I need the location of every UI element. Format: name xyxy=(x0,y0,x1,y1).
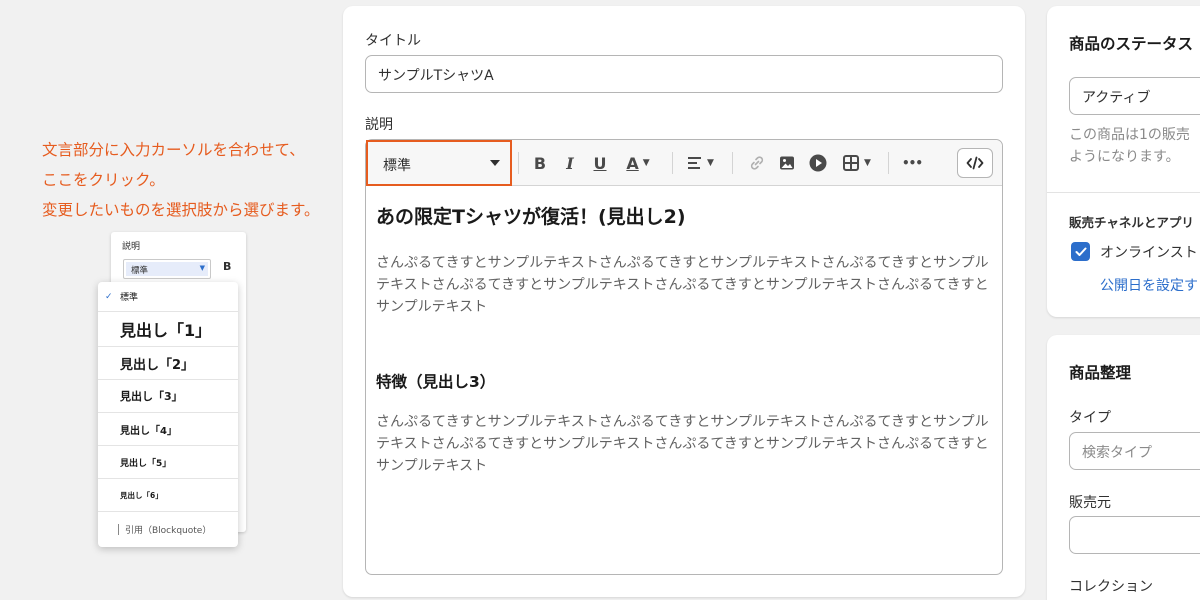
code-icon xyxy=(966,156,984,170)
menu-item-label: 見出し「6」 xyxy=(120,490,163,500)
video-button[interactable] xyxy=(807,152,829,174)
menu-item-normal[interactable]: ✓ 標準 xyxy=(98,282,238,312)
annotation-line-3: 変更したいものを選択肢から選びます。 xyxy=(42,201,320,219)
menu-item-heading4[interactable]: 見出し「4」 xyxy=(98,413,238,446)
menu-item-label: 引用（Blockquote） xyxy=(125,526,212,536)
inset-select-value: 標準 xyxy=(126,262,208,276)
toolbar-divider xyxy=(518,152,519,174)
vendor-input[interactable] xyxy=(1069,516,1200,554)
menu-item-heading1[interactable]: 見出し「1」 xyxy=(98,312,238,347)
chevron-down-icon: ▼ xyxy=(199,264,205,272)
menu-item-label: 見出し「1」 xyxy=(120,321,212,340)
text-color-icon: A xyxy=(626,153,639,173)
italic-icon[interactable]: I xyxy=(559,152,581,174)
chevron-down-icon xyxy=(490,160,500,166)
menu-item-label: 見出し「3」 xyxy=(120,390,183,403)
type-search-input[interactable]: 検索タイプ xyxy=(1069,432,1200,470)
inset-bold-icon: B xyxy=(223,260,232,273)
title-input[interactable]: サンプルTシャツA xyxy=(365,55,1003,93)
annotation-line-2: ここをクリック。 xyxy=(42,171,165,189)
check-icon: ✓ xyxy=(105,291,113,302)
html-code-button[interactable] xyxy=(957,148,993,178)
menu-item-label: 見出し「2」 xyxy=(120,357,195,373)
status-title: 商品のステータス xyxy=(1069,35,1194,53)
inset-format-select: 標準 ▼ xyxy=(123,259,211,279)
menu-item-heading2[interactable]: 見出し「2」 xyxy=(98,347,238,380)
set-publish-date-link[interactable]: 公開日を設定す xyxy=(1100,275,1198,295)
image-button[interactable] xyxy=(776,152,798,174)
play-icon xyxy=(809,154,827,172)
status-select[interactable]: アクティブ xyxy=(1069,77,1200,115)
editor-content[interactable]: あの限定Tシャツが復活！(見出し2) さんぷるてきすとサンプルテキストさんぷるて… xyxy=(376,202,996,477)
inset-description-label: 説明 xyxy=(122,242,141,252)
menu-item-heading3[interactable]: 見出し「3」 xyxy=(98,380,238,413)
online-store-checkbox[interactable] xyxy=(1071,242,1090,261)
align-left-icon xyxy=(688,157,702,169)
title-label: タイトル xyxy=(365,33,421,49)
product-organization-card: 商品整理 タイプ 検索タイプ 販売元 コレクション xyxy=(1047,335,1200,600)
check-icon xyxy=(1075,247,1086,256)
format-select-value: 標準 xyxy=(383,158,411,174)
format-dropdown-menu: ✓ 標準 見出し「1」 見出し「2」 見出し「3」 見出し「4」 見出し「5」 … xyxy=(98,282,238,547)
product-status-card: 商品のステータス アクティブ この商品は1の販売 ようになります。 販売チャネル… xyxy=(1047,6,1200,317)
underline-icon[interactable]: U xyxy=(589,152,611,174)
content-heading-3: 特徴（見出し3） xyxy=(376,373,496,391)
quote-bar-icon xyxy=(118,524,119,535)
menu-item-blockquote[interactable]: 引用（Blockquote） xyxy=(98,512,238,547)
editor-toolbar: 標準 B I U A ▼ ▼ ▼ ••• xyxy=(366,140,1002,186)
table-icon xyxy=(843,155,860,171)
rich-text-editor[interactable]: 標準 B I U A ▼ ▼ ▼ ••• あの限定Tシャツが復活！(見出し2) … xyxy=(365,139,1003,575)
status-help-line-1: この商品は1の販売 xyxy=(1069,127,1190,143)
link-icon xyxy=(750,156,764,170)
organization-title: 商品整理 xyxy=(1069,364,1132,382)
vendor-label: 販売元 xyxy=(1069,495,1111,511)
sales-channels-label: 販売チャネルとアプリ xyxy=(1069,215,1194,230)
align-button[interactable]: ▼ xyxy=(682,152,720,174)
online-store-label: オンラインスト xyxy=(1100,245,1198,261)
chevron-down-icon: ▼ xyxy=(864,158,871,168)
table-button[interactable]: ▼ xyxy=(838,152,876,174)
content-paragraph-1: さんぷるてきすとサンプルテキストさんぷるてきすとサンプルテキストさんぷるてきすと… xyxy=(376,255,989,315)
status-help-line-2: ようになります。 xyxy=(1069,149,1180,165)
toolbar-divider xyxy=(732,152,733,174)
annotation-text: 文言部分に入力カーソルを合わせて、 ここをクリック。 変更したいものを選択肢から… xyxy=(42,135,372,225)
content-paragraph-2: さんぷるてきすとサンプルテキストさんぷるてきすとサンプルテキストさんぷるてきすと… xyxy=(376,414,989,474)
more-icon[interactable]: ••• xyxy=(899,152,925,174)
type-label: タイプ xyxy=(1069,410,1111,426)
image-icon xyxy=(780,156,794,170)
menu-item-heading5[interactable]: 見出し「5」 xyxy=(98,446,238,479)
format-select[interactable]: 標準 xyxy=(366,140,512,186)
toolbar-divider xyxy=(888,152,889,174)
product-details-card: タイトル サンプルTシャツA 説明 標準 B I U A ▼ ▼ ▼ ••• あ… xyxy=(343,6,1025,597)
menu-item-label: 見出し「4」 xyxy=(120,425,177,437)
chevron-down-icon: ▼ xyxy=(707,158,714,168)
description-label: 説明 xyxy=(365,117,393,133)
bold-icon[interactable]: B xyxy=(529,152,551,174)
link-button[interactable] xyxy=(746,152,768,174)
menu-item-heading6[interactable]: 見出し「6」 xyxy=(98,479,238,512)
chevron-down-icon: ▼ xyxy=(642,158,650,168)
menu-item-label: 標準 xyxy=(120,293,139,303)
collection-label: コレクション xyxy=(1069,579,1153,595)
content-heading-2: あの限定Tシャツが復活！(見出し2) xyxy=(376,206,686,228)
annotation-line-1: 文言部分に入力カーソルを合わせて、 xyxy=(42,141,305,159)
card-divider xyxy=(1047,192,1200,193)
menu-item-label: 見出し「5」 xyxy=(120,458,172,469)
toolbar-divider xyxy=(672,152,673,174)
text-color-button[interactable]: A ▼ xyxy=(620,152,656,174)
